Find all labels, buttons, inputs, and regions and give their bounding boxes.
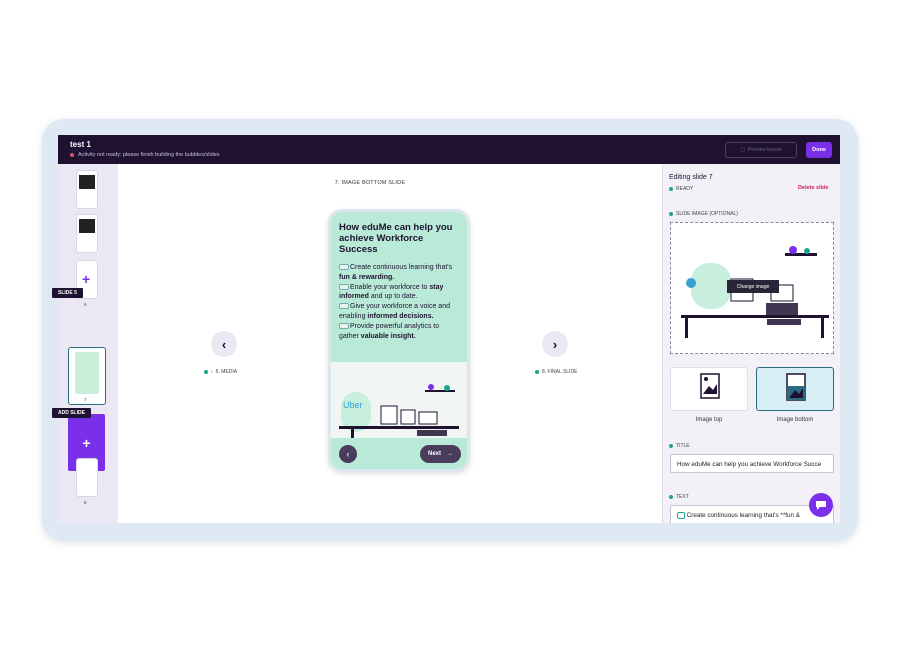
plus-icon: + [82,434,91,451]
uber-logo: Uber [343,400,363,410]
slide-editor-panel: Editing slide 7 READY Delete slide SLIDE… [662,164,840,523]
phone-next-button[interactable]: Next → [420,445,461,463]
phone-slide-image: Uber [331,362,467,442]
phone-preview: How eduMe can help you achieve Workforce… [328,209,470,472]
ready-dot-icon [204,370,208,374]
slide-ready-status: READY [669,186,693,192]
slide-number: 7 [84,397,87,402]
layout-image-bottom-label: Image bottom [776,417,814,423]
layout-image-bottom-option[interactable] [756,367,834,411]
editing-slide-heading: Editing slide 7 [669,174,713,181]
ready-dot-icon [669,444,673,448]
chevron-left-icon: ‹ [221,336,227,352]
slide-image-label: SLIDE IMAGE (OPTIONAL) [669,211,738,217]
chat-support-button[interactable] [809,493,833,517]
slide-thumbnail-preview [75,352,99,394]
checkbox-icon [339,303,349,310]
office-illustration: Uber [339,384,459,441]
ready-dot-icon [535,370,539,374]
slide-sidebar: + 6 7 + 8 [58,164,118,523]
activity-title: test 1 [70,140,91,149]
title-section-label: TITLE [669,443,690,449]
chevron-right-icon: › [552,336,558,352]
checkbox-emoji-icon [677,512,685,519]
slide-image-dropzone[interactable]: Change image [670,222,834,354]
phone-content: How eduMe can help you achieve Workforce… [331,212,467,362]
ready-dot-icon [669,187,673,191]
slide-number: 6 [84,302,87,307]
slide-thumbnail-7-selected[interactable] [68,347,106,405]
checkbox-icon [339,283,349,290]
next-slide-button[interactable]: › [542,331,568,357]
phone-slide-title: How eduMe can help you achieve Workforce… [339,222,453,255]
activity-status: Activity not ready: please finish buildi… [70,152,220,158]
previous-slide-button[interactable]: ‹ [211,331,237,357]
layout-image-top-label: Image top [695,417,723,423]
previous-slide-label: ‹ 6. MEDIA [204,369,237,375]
layout-image-top-option[interactable] [670,367,748,411]
ready-dot-icon [669,495,673,499]
image-bottom-icon [786,373,806,401]
plus-icon: + [82,271,91,287]
phone-screen: How eduMe can help you achieve Workforce… [328,209,470,472]
checkbox-icon [339,264,349,271]
top-bar: test 1 Activity not ready: please finish… [58,135,840,164]
slide-thumbnail-4[interactable] [76,214,98,253]
phone-slide-text: Create continuous learning that's fun & … [339,264,453,340]
next-slide-label: 8. FINAL SLIDE [535,369,577,375]
preview-icon: ▢ [740,147,746,153]
add-slide-tooltip: ADD SLIDE [52,408,91,418]
phone-nav-bar: ‹ Next → [331,438,467,469]
warning-dot-icon [70,153,74,157]
chevron-left-icon: ‹ [211,369,213,375]
chat-bubble-icon [816,501,826,510]
slide-number: 8 [84,500,87,505]
slide-5-tooltip: SLIDE 5 [52,288,83,298]
ready-dot-icon [669,212,673,216]
slide-thumbnail-8[interactable] [76,458,98,497]
status-text: Activity not ready: please finish buildi… [78,152,220,158]
done-button[interactable]: Done [806,142,832,158]
image-top-icon [700,373,720,399]
chevron-left-icon: ‹ [346,449,350,459]
title-input[interactable]: How eduMe can help you achieve Workforce… [670,454,834,473]
text-section-label: TEXT [669,494,689,500]
current-slide-label: 7. IMAGE BOTTOM SLIDE [334,180,406,186]
slide-thumbnail-3[interactable] [76,170,98,209]
delete-slide-button[interactable]: Delete slide [798,185,829,191]
phone-back-button[interactable]: ‹ [339,445,357,463]
arrow-right-icon: → [447,451,453,457]
change-image-button[interactable]: Change image [727,280,779,293]
checkbox-icon [339,322,349,329]
preview-lesson-button[interactable]: ▢ Preview lesson [725,142,797,158]
